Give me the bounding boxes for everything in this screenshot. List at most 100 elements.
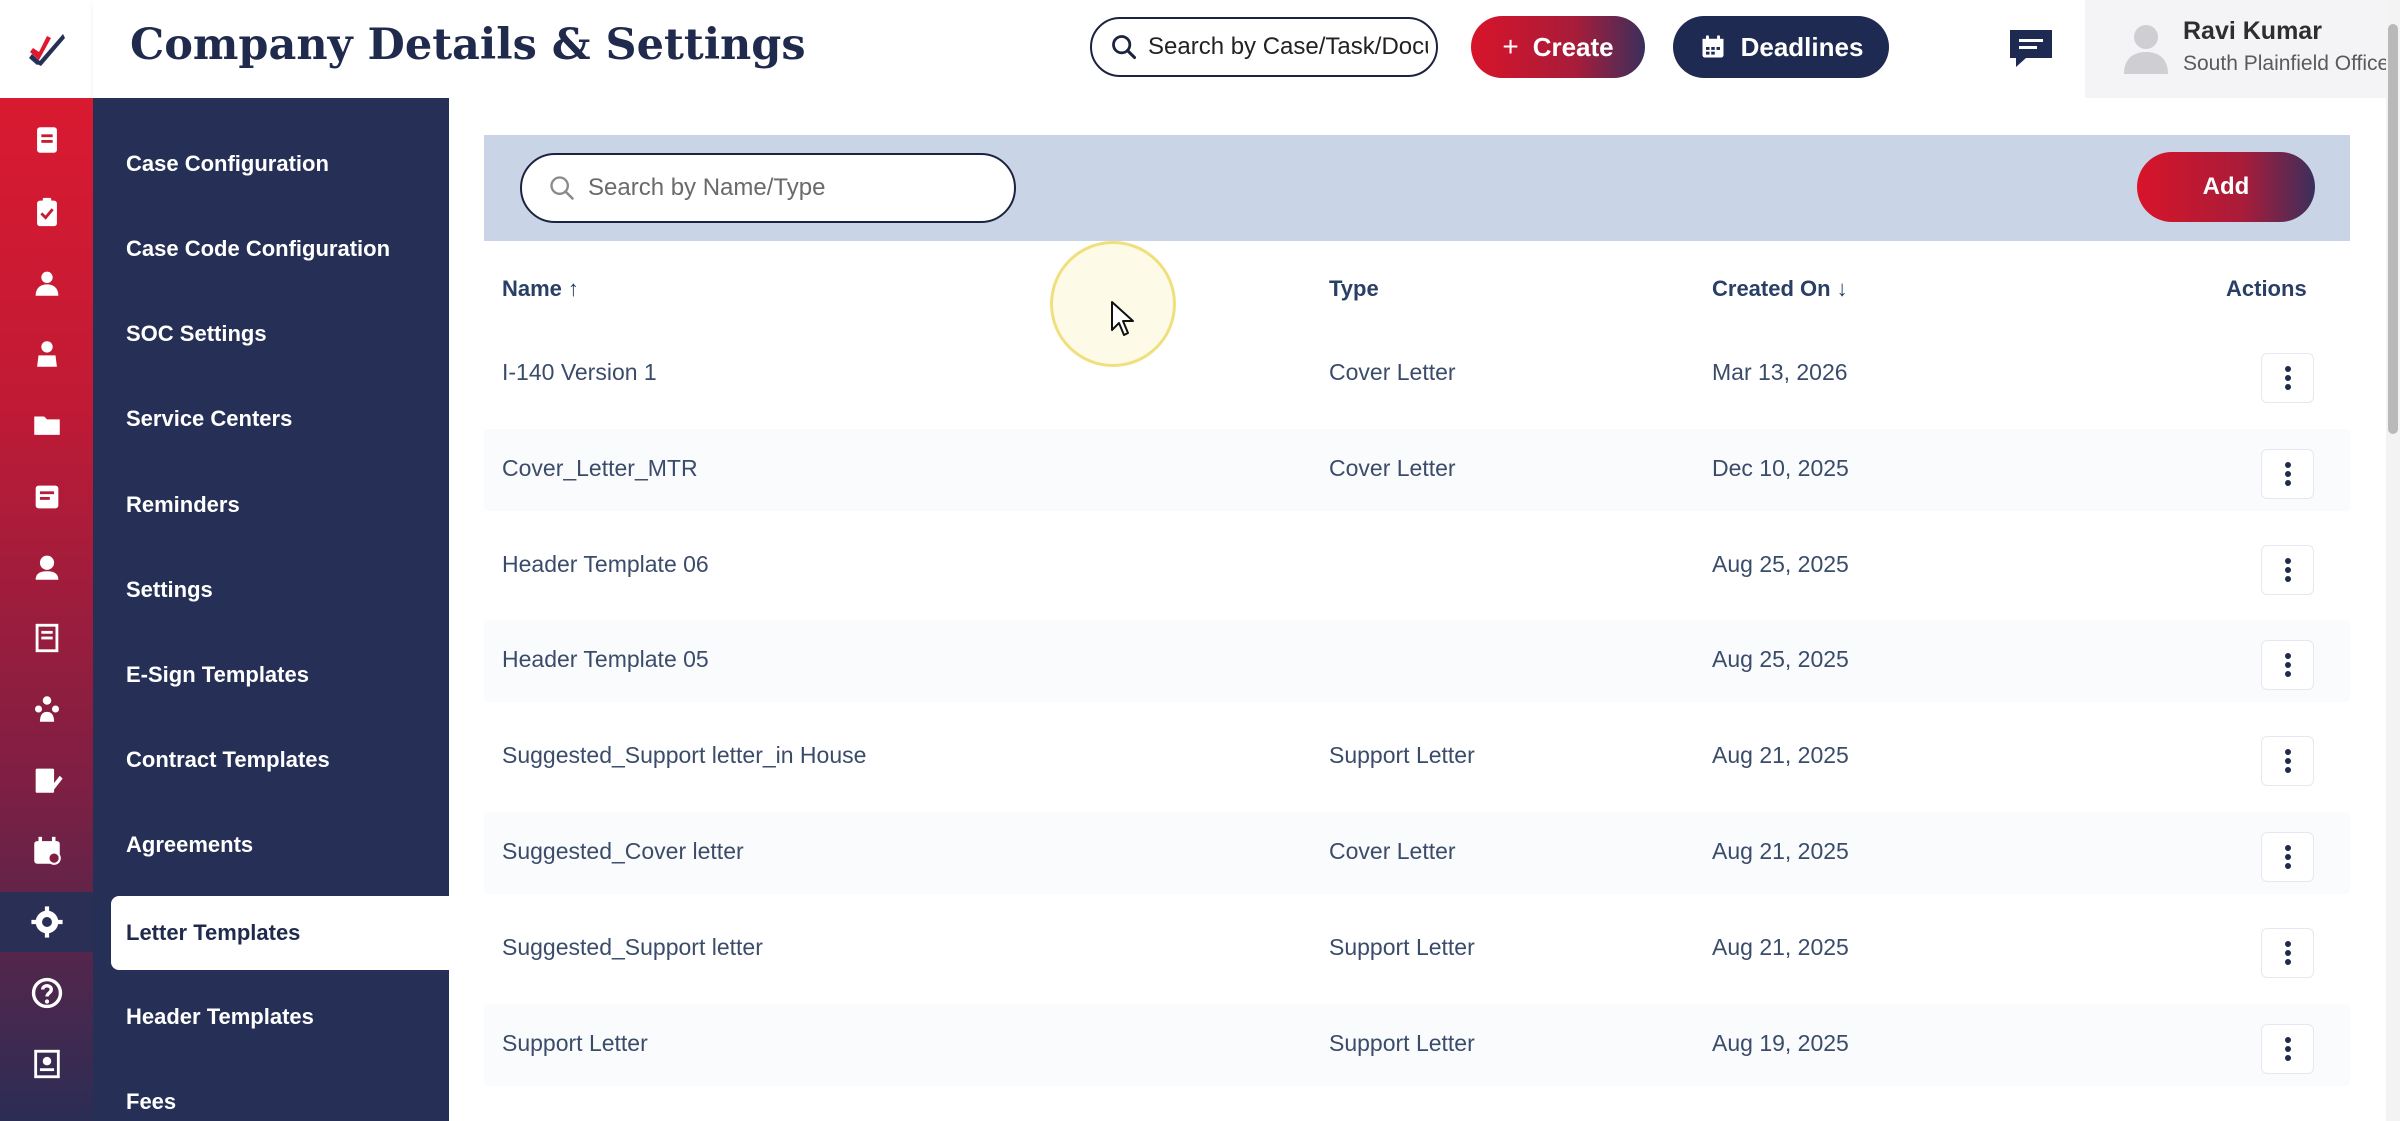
sidebar-nav-help[interactable] — [0, 963, 93, 1023]
cell-created-on: Aug 21, 2025 — [1712, 838, 1849, 864]
column-header-name[interactable]: Name ↑ — [502, 276, 579, 302]
sidebar-item-settings[interactable]: Settings — [93, 553, 449, 627]
sidebar-nav-settings[interactable] — [0, 892, 93, 952]
more-vertical-icon — [2284, 749, 2291, 773]
user-menu[interactable]: Ravi Kumar South Plainfield Office — [2085, 0, 2400, 98]
sidebar-item-case-code-configuration[interactable]: Case Code Configuration — [93, 212, 449, 286]
deadlines-label: Deadlines — [1740, 31, 1864, 62]
cell-name[interactable]: Header Template 06 — [502, 551, 709, 578]
sidebar-item-service-centers[interactable]: Service Centers — [93, 382, 449, 456]
sidebar-nav-person[interactable] — [0, 324, 93, 384]
sidebar-nav-contacts[interactable] — [0, 253, 93, 313]
sidebar-nav-documents[interactable] — [0, 110, 93, 170]
sidebar-nav-edit[interactable] — [0, 49, 93, 109]
sidebar-nav-notes[interactable] — [0, 467, 93, 527]
ledger-icon — [35, 623, 58, 653]
sidebar-nav-book[interactable] — [0, 1034, 93, 1094]
sidebar-nav-signature[interactable] — [0, 750, 93, 810]
add-button[interactable]: Add — [2137, 152, 2315, 222]
cell-name[interactable]: Header Template 05 — [502, 646, 709, 673]
cell-name[interactable]: Support Letter — [502, 1030, 648, 1057]
book-icon — [33, 1049, 60, 1079]
table-row[interactable]: Suggested_Support letter_in House Support… — [484, 716, 2350, 798]
sidebar-nav-folder[interactable] — [0, 395, 93, 455]
more-vertical-icon — [2284, 845, 2291, 869]
sidebar-item-agreements[interactable]: Agreements — [93, 808, 449, 882]
sidebar-item-letter-templates[interactable]: Letter Templates — [111, 896, 449, 970]
arrow-down-icon: ↓ — [1836, 276, 1848, 301]
scrollbar-thumb[interactable] — [2388, 24, 2398, 434]
row-actions-button[interactable] — [2261, 736, 2314, 786]
global-search-input[interactable] — [1148, 33, 1428, 61]
sidebar-item-case-configuration[interactable]: Case Configuration — [93, 127, 449, 201]
row-actions-button[interactable] — [2261, 545, 2314, 595]
table-row[interactable]: Header Template 05 Aug 25, 2025 — [484, 620, 2350, 702]
sidebar-nav-calendar[interactable] — [0, 821, 93, 881]
cell-name[interactable]: I-140 Version 1 — [502, 359, 657, 386]
row-actions-button[interactable] — [2261, 449, 2314, 499]
sidebar-item-reminders[interactable]: Reminders — [93, 468, 449, 542]
folder-icon — [33, 416, 60, 435]
sidebar-item-e-sign-templates[interactable]: E-Sign Templates — [93, 638, 449, 712]
table-row[interactable]: Suggested_Support letter Support Letter Au… — [484, 908, 2350, 990]
cell-name[interactable]: Suggested_Cover letter — [502, 838, 744, 865]
column-header-actions: Actions — [2226, 276, 2307, 302]
notes-icon — [35, 485, 58, 509]
create-label: Create — [1532, 31, 1614, 62]
create-button[interactable]: + Create — [1471, 16, 1645, 78]
row-actions-button[interactable] — [2261, 928, 2314, 978]
column-header-type[interactable]: Type — [1329, 276, 1379, 302]
calendar-icon — [33, 836, 61, 865]
deadlines-button[interactable]: Deadlines — [1673, 16, 1889, 78]
cell-type: Support Letter — [1329, 1030, 1475, 1056]
column-header-created-on[interactable]: Created On ↓ — [1712, 276, 1848, 302]
chat-icon — [2010, 30, 2052, 67]
sidebar-nav-clipboard[interactable] — [0, 182, 93, 242]
cell-type: Cover Letter — [1329, 838, 1456, 864]
page-title: Company Details & Settings — [130, 20, 806, 70]
global-search[interactable] — [1090, 17, 1438, 77]
row-actions-button[interactable] — [2261, 832, 2314, 882]
table-row[interactable]: I-140 Version 1 Cover Letter Mar 13, 2026 — [484, 333, 2350, 415]
settings-sidebar: Case Configuration Case Code Configurati… — [93, 98, 449, 1121]
sidebar-item-fees[interactable]: Fees — [93, 1065, 449, 1121]
template-search[interactable] — [520, 153, 1016, 223]
documents-icon — [36, 127, 57, 153]
template-search-input[interactable] — [588, 174, 1008, 202]
sidebar-nav-support-agent[interactable] — [0, 537, 93, 597]
sidebar-nav-team[interactable] — [0, 679, 93, 739]
top-header: Company Details & Settings + Create Dead… — [93, 0, 2400, 98]
cell-name[interactable]: Cover_Letter_MTR — [502, 455, 698, 482]
clipboard-icon — [36, 197, 57, 227]
column-header-actions-label: Actions — [2226, 276, 2307, 301]
column-header-created-label: Created On — [1712, 276, 1831, 301]
column-header-type-label: Type — [1329, 276, 1379, 301]
table-row[interactable]: Cover_Letter_MTR Cover Letter Dec 10, 2025 — [484, 429, 2350, 511]
sidebar-nav-ledger[interactable] — [0, 608, 93, 668]
table-row[interactable]: Suggested_Cover letter Cover Letter Aug 21… — [484, 812, 2350, 894]
settings-icon — [30, 906, 63, 938]
table-row[interactable]: Header Template 06 Aug 25, 2025 — [484, 525, 2350, 607]
main-content: Add Name ↑ Type Created On ↓ Actions I-1… — [449, 98, 2400, 1121]
messages-button[interactable] — [2005, 26, 2057, 70]
sidebar-item-soc-settings[interactable]: SOC Settings — [93, 297, 449, 371]
row-actions-button[interactable] — [2261, 353, 2314, 403]
more-vertical-icon — [2284, 1037, 2291, 1061]
list-toolbar: Add — [484, 135, 2350, 241]
calendar-icon — [1702, 35, 1724, 58]
cell-name[interactable]: Suggested_Support letter — [502, 934, 763, 961]
row-actions-button[interactable] — [2261, 640, 2314, 690]
sidebar-item-header-templates[interactable]: Header Templates — [93, 980, 449, 1054]
cell-type: Support Letter — [1329, 934, 1475, 960]
support-agent-icon — [35, 555, 58, 580]
table-header: Name ↑ Type Created On ↓ Actions — [484, 258, 2350, 318]
cell-type: Support Letter — [1329, 742, 1475, 768]
cell-created-on: Aug 21, 2025 — [1712, 742, 1849, 768]
user-name: Ravi Kumar — [2183, 17, 2322, 45]
cell-type: Cover Letter — [1329, 455, 1456, 481]
cell-name[interactable]: Suggested_Support letter_in House — [502, 742, 866, 769]
person-icon — [36, 341, 57, 367]
table-row[interactable]: Support Letter Support Letter Aug 19, 2025 — [484, 1004, 2350, 1086]
sidebar-item-contract-templates[interactable]: Contract Templates — [93, 723, 449, 797]
row-actions-button[interactable] — [2261, 1024, 2314, 1074]
